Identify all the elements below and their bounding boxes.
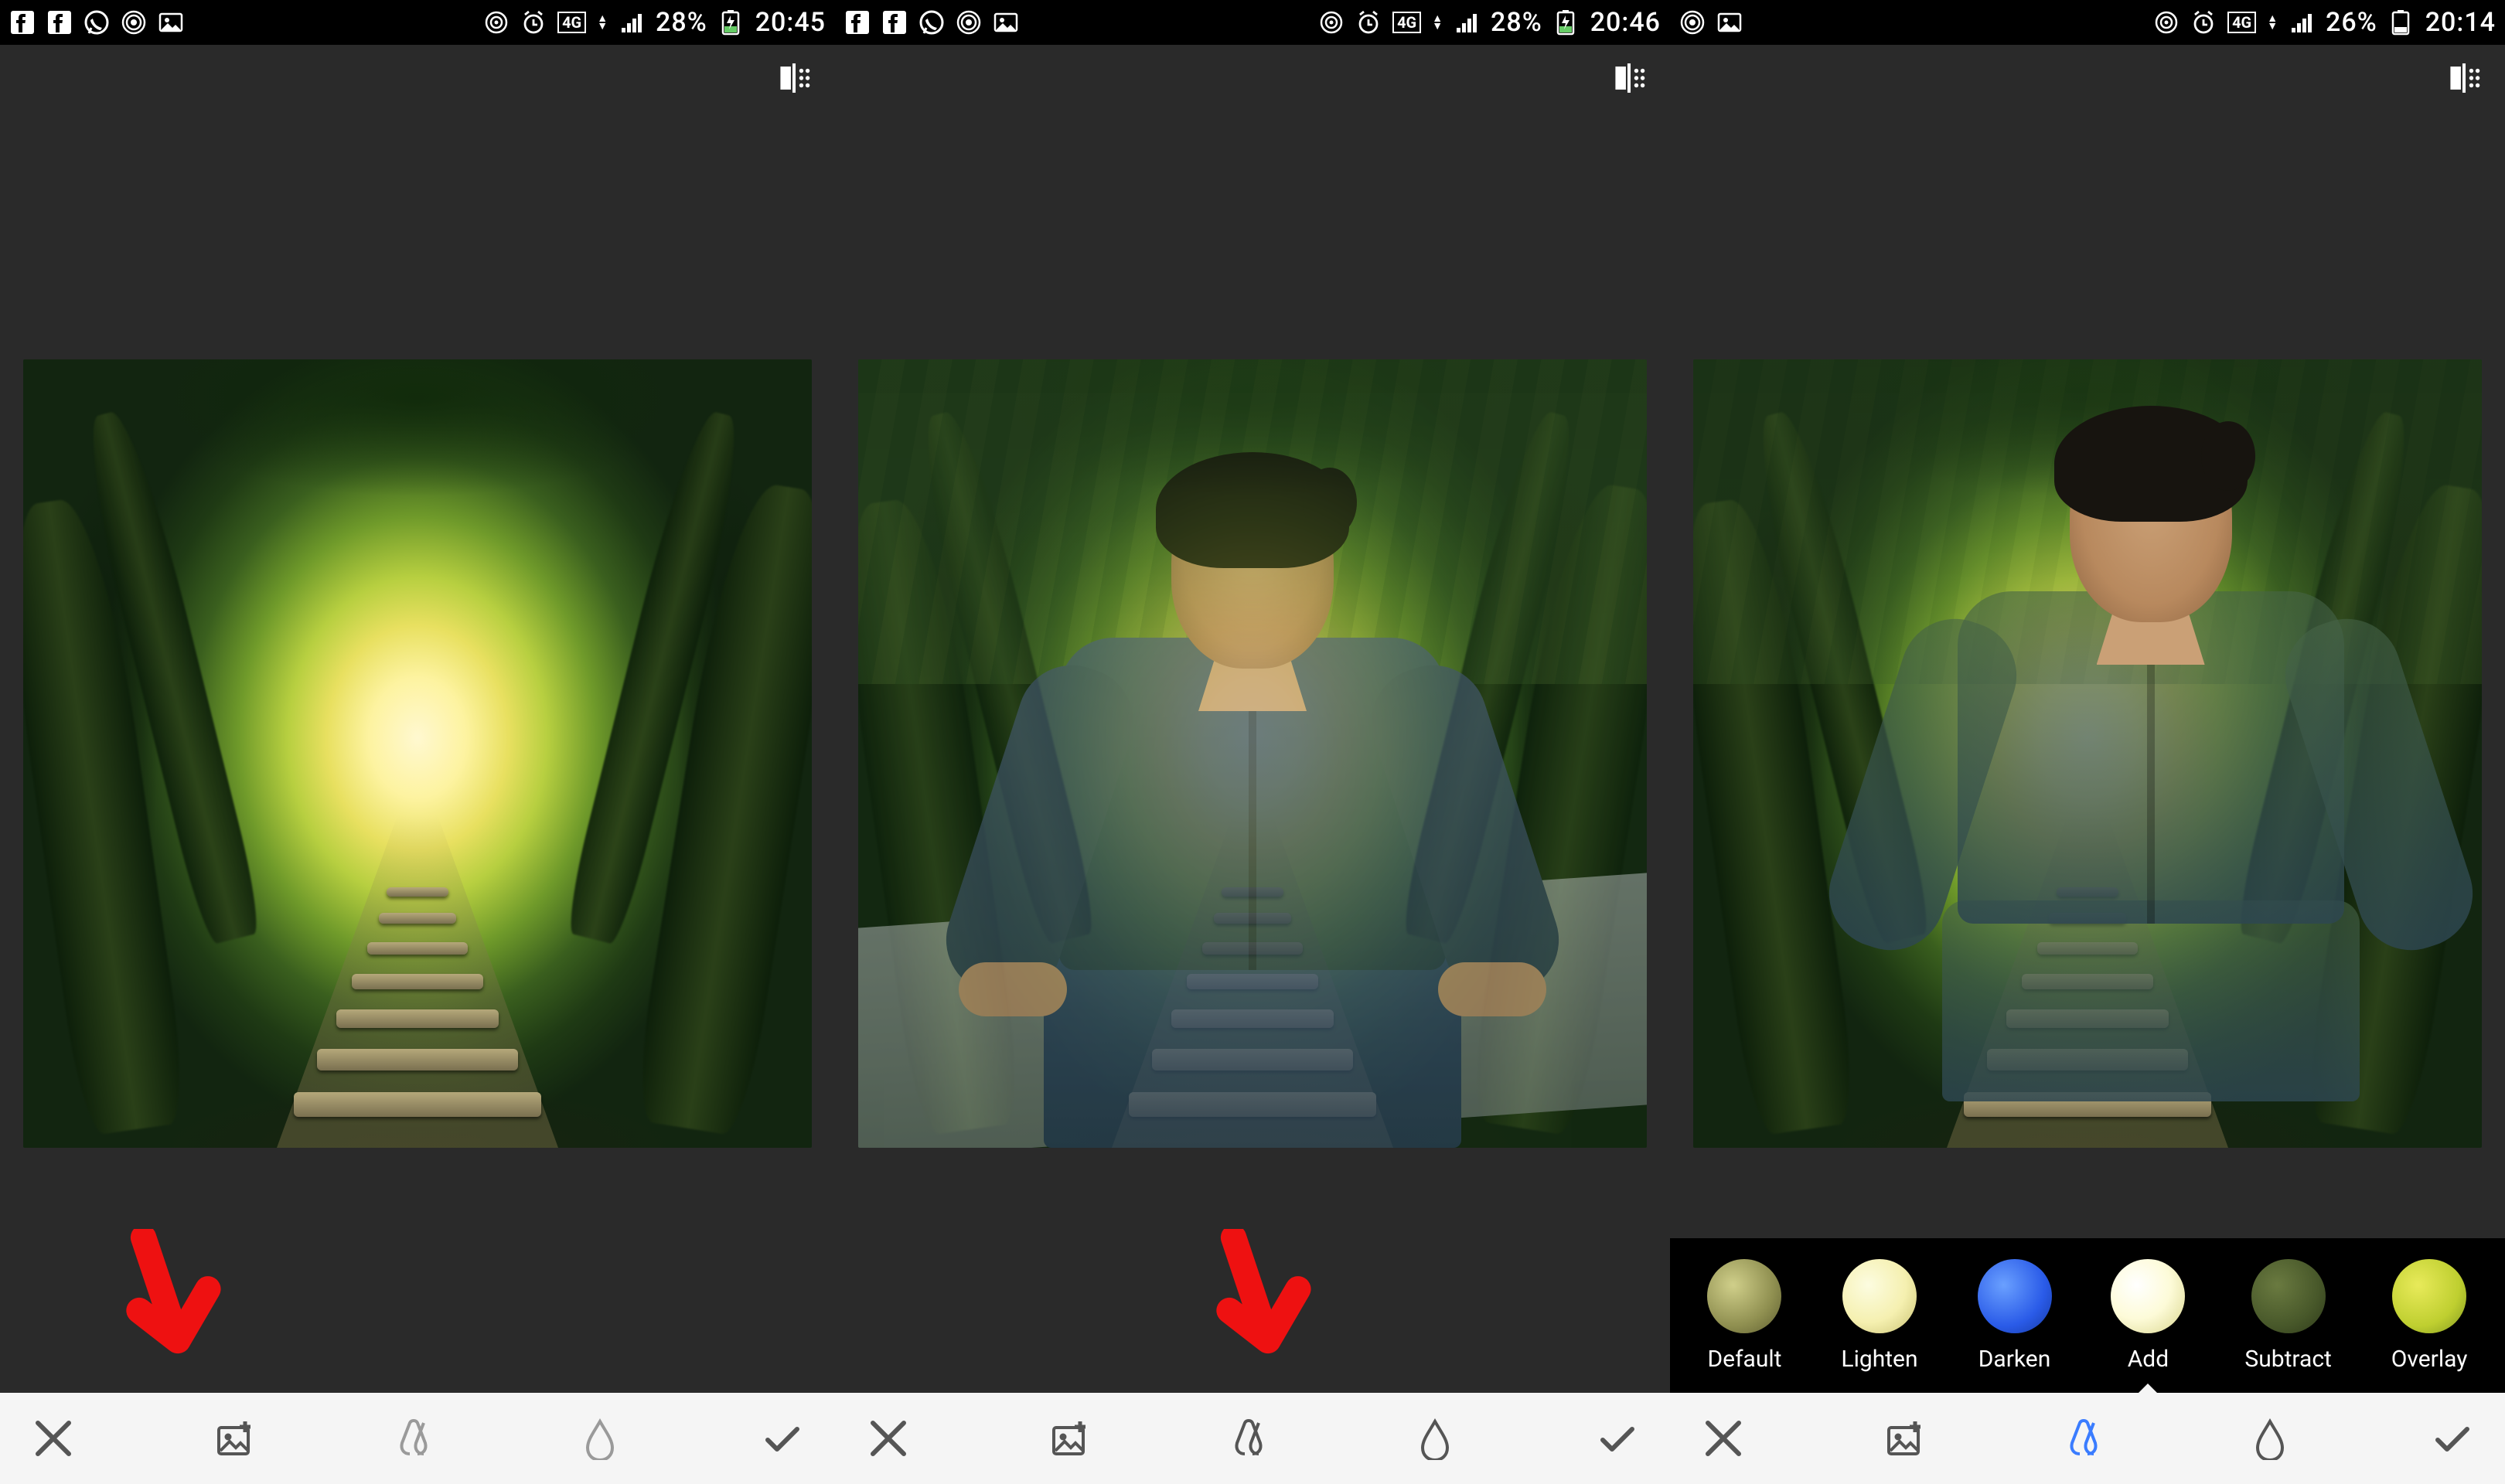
blend-mode-lighten[interactable]: Lighten bbox=[1841, 1259, 1917, 1373]
app-top-bar bbox=[0, 45, 835, 114]
editor-canvas[interactable] bbox=[23, 359, 812, 1148]
hotspot-icon bbox=[1679, 9, 1706, 36]
screenshot-1: 4G ▲▼ 28% 20:45 bbox=[0, 0, 835, 1484]
hotspot-icon bbox=[121, 9, 147, 36]
bottom-toolbar bbox=[0, 1393, 835, 1484]
whatsapp-icon bbox=[84, 9, 110, 36]
blend-mode-strip: Default Lighten Darken Add Subtract Over… bbox=[1670, 1238, 2505, 1393]
editor-canvas[interactable] bbox=[1693, 359, 2482, 1148]
alarm-icon bbox=[1355, 9, 1382, 36]
opacity-button[interactable] bbox=[573, 1411, 627, 1465]
blend-mode-add[interactable]: Add bbox=[2111, 1259, 2185, 1373]
gallery-icon bbox=[993, 9, 1019, 36]
blend-mode-label: Darken bbox=[1978, 1346, 2051, 1373]
bottom-toolbar bbox=[835, 1393, 1670, 1484]
person-overlay-image bbox=[858, 359, 1647, 1148]
network-badge: 4G bbox=[557, 12, 586, 33]
confirm-button[interactable] bbox=[2425, 1411, 2479, 1465]
blend-mode-label: Subtract bbox=[2244, 1346, 2331, 1373]
facebook-icon bbox=[844, 9, 871, 36]
battery-pct: 28% bbox=[656, 7, 707, 38]
blend-mode-label: Lighten bbox=[1841, 1346, 1917, 1373]
cast-icon bbox=[2153, 9, 2180, 36]
blend-mode-darken[interactable]: Darken bbox=[1978, 1259, 2052, 1373]
add-image-button[interactable] bbox=[1044, 1411, 1098, 1465]
app-top-bar bbox=[1670, 45, 2505, 114]
facebook-icon bbox=[9, 9, 36, 36]
cast-icon bbox=[483, 9, 510, 36]
blend-mode-label: Overlay bbox=[2391, 1346, 2468, 1373]
clock: 20:45 bbox=[755, 7, 826, 38]
compare-icon[interactable] bbox=[776, 60, 812, 99]
cancel-button[interactable] bbox=[1696, 1411, 1750, 1465]
styles-button[interactable] bbox=[2060, 1411, 2115, 1465]
styles-button[interactable] bbox=[1225, 1411, 1280, 1465]
swatch-icon bbox=[1978, 1259, 2052, 1333]
data-arrows-icon: ▲▼ bbox=[2267, 15, 2278, 30]
gallery-icon bbox=[1716, 9, 1743, 36]
signal-icon bbox=[619, 9, 645, 36]
signal-icon bbox=[2289, 9, 2315, 36]
facebook-icon bbox=[46, 9, 73, 36]
blend-mode-overlay[interactable]: Overlay bbox=[2391, 1259, 2468, 1373]
data-arrows-icon: ▲▼ bbox=[1432, 15, 1443, 30]
app-top-bar bbox=[835, 45, 1670, 114]
gallery-icon bbox=[158, 9, 184, 36]
opacity-button[interactable] bbox=[2243, 1411, 2297, 1465]
battery-pct: 26% bbox=[2326, 7, 2377, 38]
cancel-button[interactable] bbox=[861, 1411, 915, 1465]
battery-charging-icon bbox=[718, 9, 745, 36]
styles-button[interactable] bbox=[390, 1411, 445, 1465]
status-bar: 4G ▲▼ 26% 20:14 bbox=[1670, 0, 2505, 45]
battery-pct: 28% bbox=[1491, 7, 1542, 38]
blend-mode-default[interactable]: Default bbox=[1707, 1259, 1781, 1373]
swatch-icon bbox=[2251, 1259, 2326, 1333]
cancel-button[interactable] bbox=[26, 1411, 80, 1465]
network-badge: 4G bbox=[2227, 12, 2256, 33]
whatsapp-icon bbox=[918, 9, 945, 36]
status-bar: 4G ▲▼ 28% 20:45 bbox=[0, 0, 835, 45]
battery-icon bbox=[2388, 9, 2415, 36]
opacity-button[interactable] bbox=[1408, 1411, 1462, 1465]
blend-mode-label: Default bbox=[1707, 1346, 1781, 1373]
clock: 20:46 bbox=[1590, 7, 1661, 38]
editor-canvas[interactable] bbox=[858, 359, 1647, 1148]
cast-icon bbox=[1318, 9, 1345, 36]
forest-base-image bbox=[23, 359, 812, 1148]
clock: 20:14 bbox=[2425, 7, 2496, 38]
blend-mode-subtract[interactable]: Subtract bbox=[2244, 1259, 2331, 1373]
compare-icon[interactable] bbox=[2446, 60, 2482, 99]
add-image-button[interactable] bbox=[1879, 1411, 1933, 1465]
confirm-button[interactable] bbox=[755, 1411, 809, 1465]
screenshot-2: 4G ▲▼ 28% 20:46 bbox=[835, 0, 1670, 1484]
alarm-icon bbox=[2190, 9, 2217, 36]
battery-charging-icon bbox=[1553, 9, 1580, 36]
swatch-icon bbox=[2392, 1259, 2466, 1333]
hotspot-icon bbox=[956, 9, 982, 36]
swatch-icon bbox=[2111, 1259, 2185, 1333]
bottom-toolbar bbox=[1670, 1393, 2505, 1484]
signal-icon bbox=[1454, 9, 1480, 36]
blend-mode-label: Add bbox=[2128, 1346, 2169, 1373]
network-badge: 4G bbox=[1392, 12, 1421, 33]
screenshot-3: 4G ▲▼ 26% 20:14 bbox=[1670, 0, 2505, 1484]
person-overlay-image bbox=[1693, 359, 2482, 1148]
alarm-icon bbox=[520, 9, 547, 36]
add-image-button[interactable] bbox=[209, 1411, 263, 1465]
data-arrows-icon: ▲▼ bbox=[597, 15, 608, 30]
status-bar: 4G ▲▼ 28% 20:46 bbox=[835, 0, 1670, 45]
confirm-button[interactable] bbox=[1590, 1411, 1644, 1465]
compare-icon[interactable] bbox=[1611, 60, 1647, 99]
facebook-icon bbox=[881, 9, 908, 36]
swatch-icon bbox=[1842, 1259, 1917, 1333]
swatch-icon bbox=[1707, 1259, 1781, 1333]
